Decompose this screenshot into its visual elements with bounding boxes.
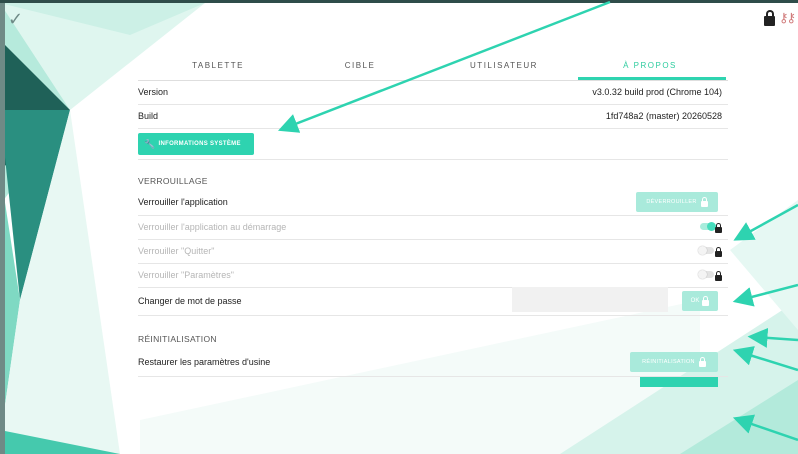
- arrow-lock-settings: [732, 283, 798, 307]
- arrow-lock-on-start: [733, 203, 798, 241]
- arrow-change-password: [747, 327, 798, 348]
- arrow-reset-section: [732, 346, 798, 372]
- annotation-arrows: [278, 0, 798, 442]
- arrow-system-info: [278, 0, 611, 133]
- arrow-bottom: [732, 414, 798, 442]
